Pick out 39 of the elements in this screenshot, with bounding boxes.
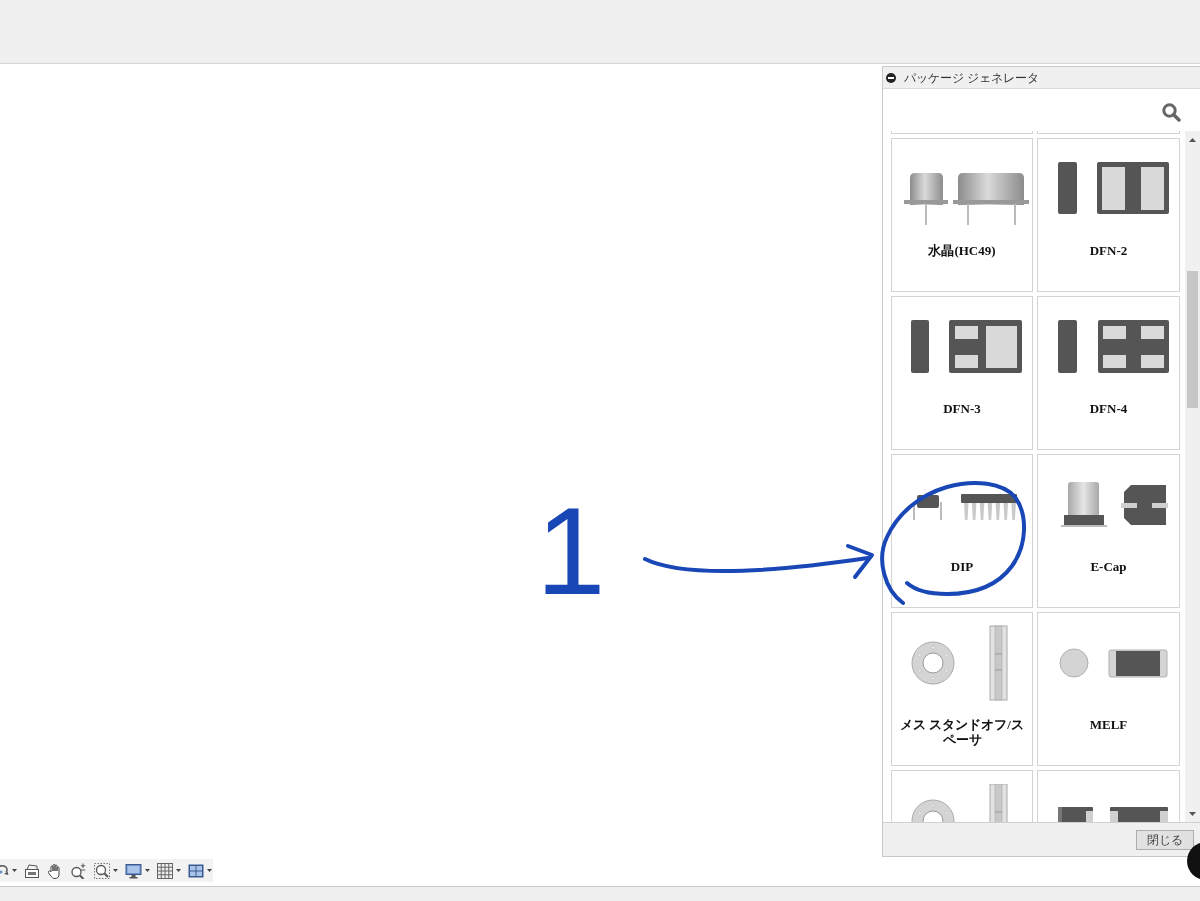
magnifier-plus-icon <box>70 862 87 879</box>
package-tile[interactable]: メス スタンドオフ/スペーサ <box>891 612 1033 766</box>
look-at-button[interactable] <box>24 862 40 879</box>
scrollbar-thumb[interactable] <box>1187 271 1198 408</box>
package-tile[interactable]: DFN-2 <box>1037 138 1180 292</box>
zoom-button[interactable] <box>70 862 87 879</box>
search-icon[interactable] <box>1162 103 1181 122</box>
grid-icon <box>157 862 173 879</box>
panel-title: パッケージ ジェネレータ <box>904 70 1040 85</box>
package-tile[interactable]: DFN-4 <box>1037 296 1180 450</box>
caret-icon <box>12 869 17 872</box>
zoom-window-button[interactable] <box>94 862 118 879</box>
monitor-icon <box>125 862 142 879</box>
triangle-down-icon <box>1189 811 1196 816</box>
caret-icon <box>176 869 181 872</box>
viewports-button[interactable] <box>188 862 212 879</box>
close-button[interactable]: 閉じる <box>1136 829 1194 850</box>
caret-icon <box>113 869 118 872</box>
grid-settings-button[interactable] <box>157 862 181 879</box>
box-icon <box>24 862 40 879</box>
package-tile[interactable]: E-Cap <box>1037 454 1180 608</box>
annotation-number: 1 <box>536 488 606 613</box>
caret-icon <box>145 869 150 872</box>
package-tile[interactable]: MELF <box>1037 612 1180 766</box>
display-settings-button[interactable] <box>125 862 150 879</box>
package-tile[interactable]: 水晶(HC49) <box>891 138 1033 292</box>
triangle-up-icon <box>1189 137 1196 142</box>
collapse-icon[interactable] <box>886 72 896 83</box>
pan-button[interactable] <box>47 862 63 879</box>
hand-icon <box>47 862 63 879</box>
package-tile[interactable] <box>891 131 1033 134</box>
magnifier-frame-icon <box>94 862 110 879</box>
caret-icon <box>207 869 212 872</box>
package-tile[interactable] <box>1037 131 1180 134</box>
package-tile[interactable]: DIP <box>891 454 1033 608</box>
package-tile[interactable] <box>1037 770 1180 822</box>
four-panes-icon <box>188 862 204 879</box>
package-tile[interactable]: DFN-3 <box>891 296 1033 450</box>
package-tile[interactable] <box>891 770 1033 822</box>
